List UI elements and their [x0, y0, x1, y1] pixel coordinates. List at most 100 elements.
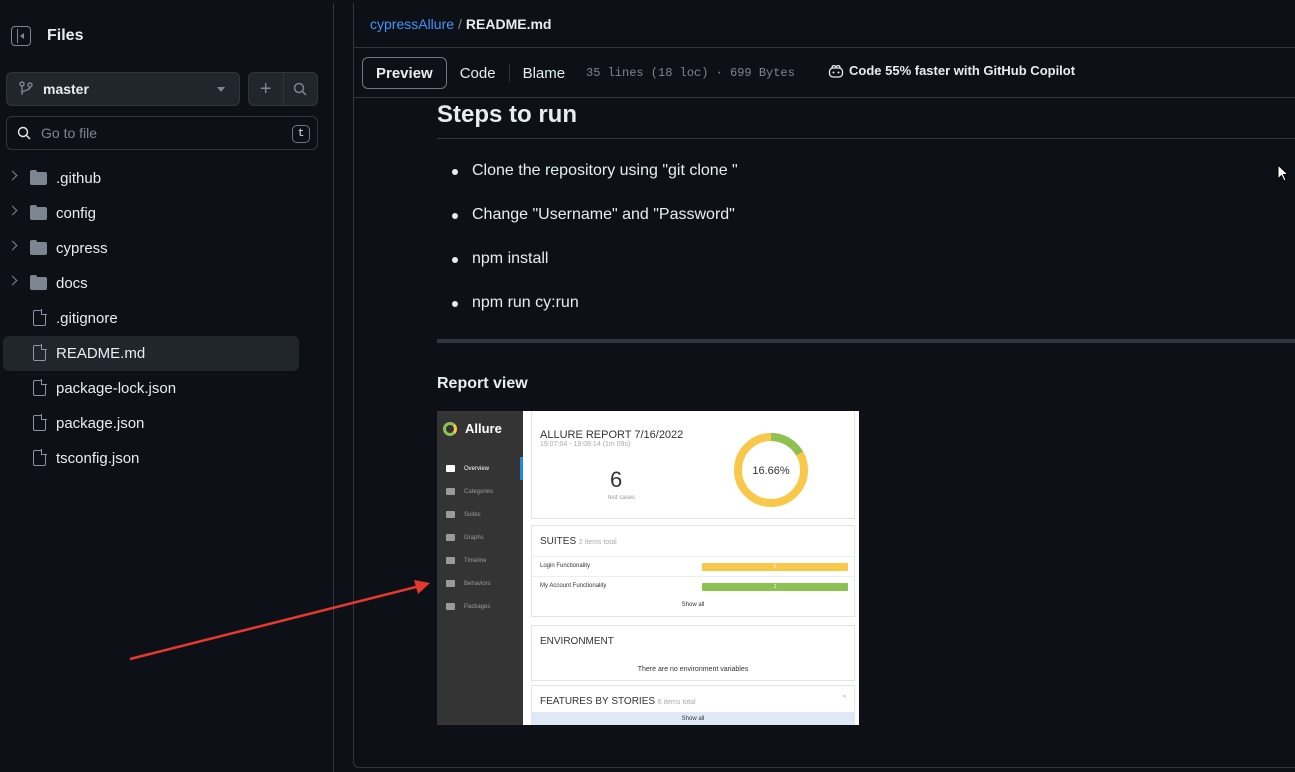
align-left-icon	[446, 603, 455, 610]
tab-code[interactable]: Code	[447, 57, 509, 89]
allure-suite-bar: 1	[702, 583, 848, 591]
allure-suite-bar: 5	[702, 563, 848, 571]
allure-nav-label: Behaviors	[464, 580, 491, 587]
branch-name: master	[43, 81, 89, 97]
allure-features-count: 6 items total	[657, 699, 696, 706]
tree-actions: +	[248, 72, 318, 106]
folder-icon	[30, 170, 47, 185]
copilot-promo-link[interactable]: Code 55% faster with GitHub Copilot	[828, 63, 1075, 78]
tree-item-label: .gitignore	[56, 310, 118, 327]
allure-nav-behaviors: Behaviors	[437, 572, 523, 595]
chevron-right-icon[interactable]	[7, 205, 18, 216]
branch-selector[interactable]: master	[6, 72, 240, 106]
list-item-text: Clone the repository using "git clone "	[472, 162, 738, 179]
allure-env-title: ENVIRONMENT	[540, 636, 614, 647]
list-icon	[446, 580, 455, 587]
allure-suite-row: Login Functionality 5	[532, 556, 854, 576]
file-icon	[33, 344, 47, 361]
allure-test-count: 6	[610, 467, 623, 492]
allure-suite-name: Login Functionality	[540, 563, 591, 569]
chevron-right-icon[interactable]	[7, 240, 18, 251]
allure-sidebar: Allure Overview Categories Suites Graphs…	[437, 411, 523, 725]
list-item-text: npm install	[472, 250, 549, 267]
tree-item-label: package.json	[56, 415, 145, 432]
allure-suites-show-all: Show all	[681, 602, 705, 608]
readme-heading: Steps to run	[437, 101, 578, 128]
file-view: cypressAllure / README.md Preview Code Bla…	[353, 3, 1295, 768]
tree-item-cypress[interactable]: cypress	[3, 231, 303, 266]
allure-nav-label: Graphs	[464, 534, 484, 541]
report-view-heading: Report view	[437, 375, 528, 392]
steps-list: Clone the repository using "git clone " …	[452, 160, 738, 336]
allure-suite-name: My Account Functionality	[540, 583, 607, 589]
bar-chart-icon	[446, 534, 455, 541]
add-file-button[interactable]: +	[249, 73, 284, 105]
briefcase-icon	[446, 511, 455, 518]
chevron-down-icon	[217, 87, 225, 92]
file-tree: .github config cypress docs .gitignore R…	[3, 161, 303, 476]
tree-item-docs[interactable]: docs	[3, 266, 303, 301]
chevron-right-icon[interactable]	[7, 275, 18, 286]
allure-nav-label: Timeline	[464, 557, 487, 564]
files-header: Files	[11, 23, 83, 49]
tree-item-label: .github	[56, 170, 102, 187]
heading-rule	[437, 138, 1295, 139]
git-branch-icon	[19, 81, 33, 97]
plus-icon: +	[259, 77, 272, 100]
allure-test-count-label: test cases	[608, 495, 636, 501]
go-to-file-input[interactable]: Go to file t	[6, 116, 318, 150]
chevron-right-icon[interactable]	[7, 170, 18, 181]
tree-item-github[interactable]: .github	[3, 161, 303, 196]
view-mode-tabs: Preview Code Blame	[362, 57, 578, 89]
allure-nav-label: Overview	[464, 465, 490, 472]
go-to-file-placeholder: Go to file	[41, 125, 98, 141]
tree-item-readme[interactable]: README.md	[3, 336, 299, 371]
file-tree-panel: Files master + Go to file t .github conf…	[3, 3, 334, 772]
list-item: npm install	[452, 248, 738, 292]
mouse-cursor-icon	[1277, 164, 1289, 182]
allure-logo: Allure	[443, 421, 502, 436]
file-icon	[33, 309, 47, 326]
home-icon	[446, 465, 455, 472]
tab-preview[interactable]: Preview	[362, 57, 447, 89]
file-icon	[33, 449, 47, 466]
breadcrumb-separator: /	[458, 16, 462, 32]
breadcrumb-repo-link[interactable]: cypressAllure	[370, 16, 454, 32]
pause-icon: ⏸	[842, 694, 846, 700]
list-item: Clone the repository using "git clone "	[452, 160, 738, 204]
allure-report-screenshot: Allure Overview Categories Suites Graphs…	[437, 411, 859, 725]
breadcrumb: cypressAllure / README.md	[370, 16, 551, 32]
allure-nav-overview: Overview	[437, 457, 523, 480]
collapse-panel-icon[interactable]	[11, 26, 31, 46]
allure-nav-suites: Suites	[437, 503, 523, 526]
tree-item-label: config	[56, 205, 97, 222]
list-item-text: npm run cy:run	[472, 294, 579, 311]
breadcrumb-file: README.md	[465, 16, 552, 32]
allure-nav-packages: Packages	[437, 595, 523, 618]
clock-icon	[446, 557, 455, 564]
tree-item-config[interactable]: config	[3, 196, 303, 231]
allure-environment-card: ENVIRONMENT There are no environment var…	[531, 625, 855, 681]
list-item: npm run cy:run	[452, 292, 738, 336]
search-button[interactable]	[284, 73, 318, 105]
tree-item-label: docs	[56, 275, 88, 292]
allure-env-text: There are no environment variables	[637, 666, 749, 673]
allure-report-title: ALLURE REPORT 7/16/2022	[540, 429, 684, 441]
allure-features-card: FEATURES BY STORIES 6 items total ⏸ Show…	[531, 685, 855, 725]
list-item-text: Change "Username" and "Password"	[472, 206, 735, 223]
file-meta: 35 lines (18 loc) · 699 Bytes	[586, 66, 795, 80]
allure-suite-row: My Account Functionality 1	[532, 576, 854, 596]
folder-icon	[30, 205, 47, 220]
horizontal-rule	[437, 339, 1295, 343]
allure-suite-value: 5	[773, 564, 777, 570]
allure-pass-percent: 16.66%	[752, 465, 790, 477]
tree-item-package-json[interactable]: package.json	[3, 406, 303, 441]
tree-item-tsconfig[interactable]: tsconfig.json	[3, 441, 303, 476]
tab-blame[interactable]: Blame	[510, 57, 579, 89]
allure-features-title: FEATURES BY STORIES 6 items total	[540, 696, 696, 707]
allure-logo-text: Allure	[465, 421, 502, 436]
tree-item-package-lock[interactable]: package-lock.json	[3, 371, 303, 406]
file-icon	[33, 379, 47, 396]
tree-item-gitignore[interactable]: .gitignore	[3, 301, 303, 336]
divider	[354, 47, 1295, 48]
